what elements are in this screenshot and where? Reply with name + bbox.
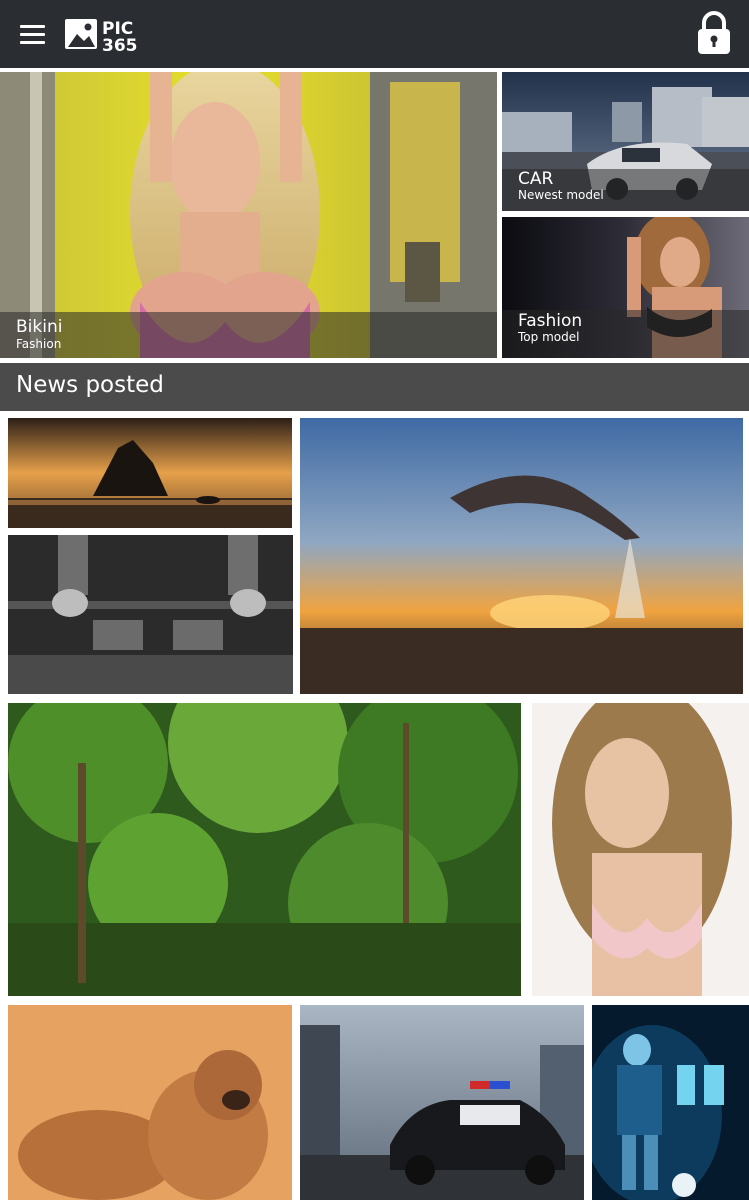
featured-title: Fashion: [518, 311, 583, 331]
photo-tile[interactable]: [8, 418, 292, 528]
photo-tile[interactable]: [592, 1005, 749, 1200]
featured-title: CAR: [518, 169, 554, 189]
featured-title: Bikini: [16, 317, 63, 337]
photo-dolphin-sunset: [300, 418, 743, 694]
photo-tile[interactable]: [300, 418, 743, 694]
hamburger-menu-icon[interactable]: [20, 25, 45, 45]
photo-jungle: [8, 703, 521, 996]
photo-barbell: [8, 535, 293, 694]
lock-icon[interactable]: [695, 10, 733, 56]
app-logo[interactable]: PIC 365: [64, 17, 158, 56]
photo-football-player: [592, 1005, 749, 1200]
featured-tile-fashion[interactable]: Fashion Top model: [502, 217, 749, 358]
featured-subtitle: Fashion: [16, 337, 62, 351]
photo-police-car: [300, 1005, 584, 1200]
photo-tile[interactable]: [8, 1005, 292, 1200]
photo-sunset-beach: [8, 418, 292, 528]
photo-tile[interactable]: [300, 1005, 584, 1200]
featured-caption: Fashion Top model: [502, 310, 749, 358]
photo-model-portrait: [532, 703, 749, 996]
featured-tile-bikini[interactable]: Bikini Fashion: [0, 72, 497, 358]
photo-tile[interactable]: [532, 703, 749, 996]
logo-text-365: 365: [102, 36, 138, 53]
featured-subtitle: Top model: [518, 330, 580, 344]
news-section-heading: News posted: [16, 372, 164, 398]
featured-tile-car[interactable]: CAR Newest model: [502, 72, 749, 211]
featured-caption: CAR Newest model: [502, 169, 749, 211]
photo-tile[interactable]: [8, 535, 293, 694]
photo-puppies: [8, 1005, 292, 1200]
featured-caption: Bikini Fashion: [0, 312, 497, 358]
featured-subtitle: Newest model: [518, 188, 604, 202]
photo-tile[interactable]: [8, 703, 521, 996]
